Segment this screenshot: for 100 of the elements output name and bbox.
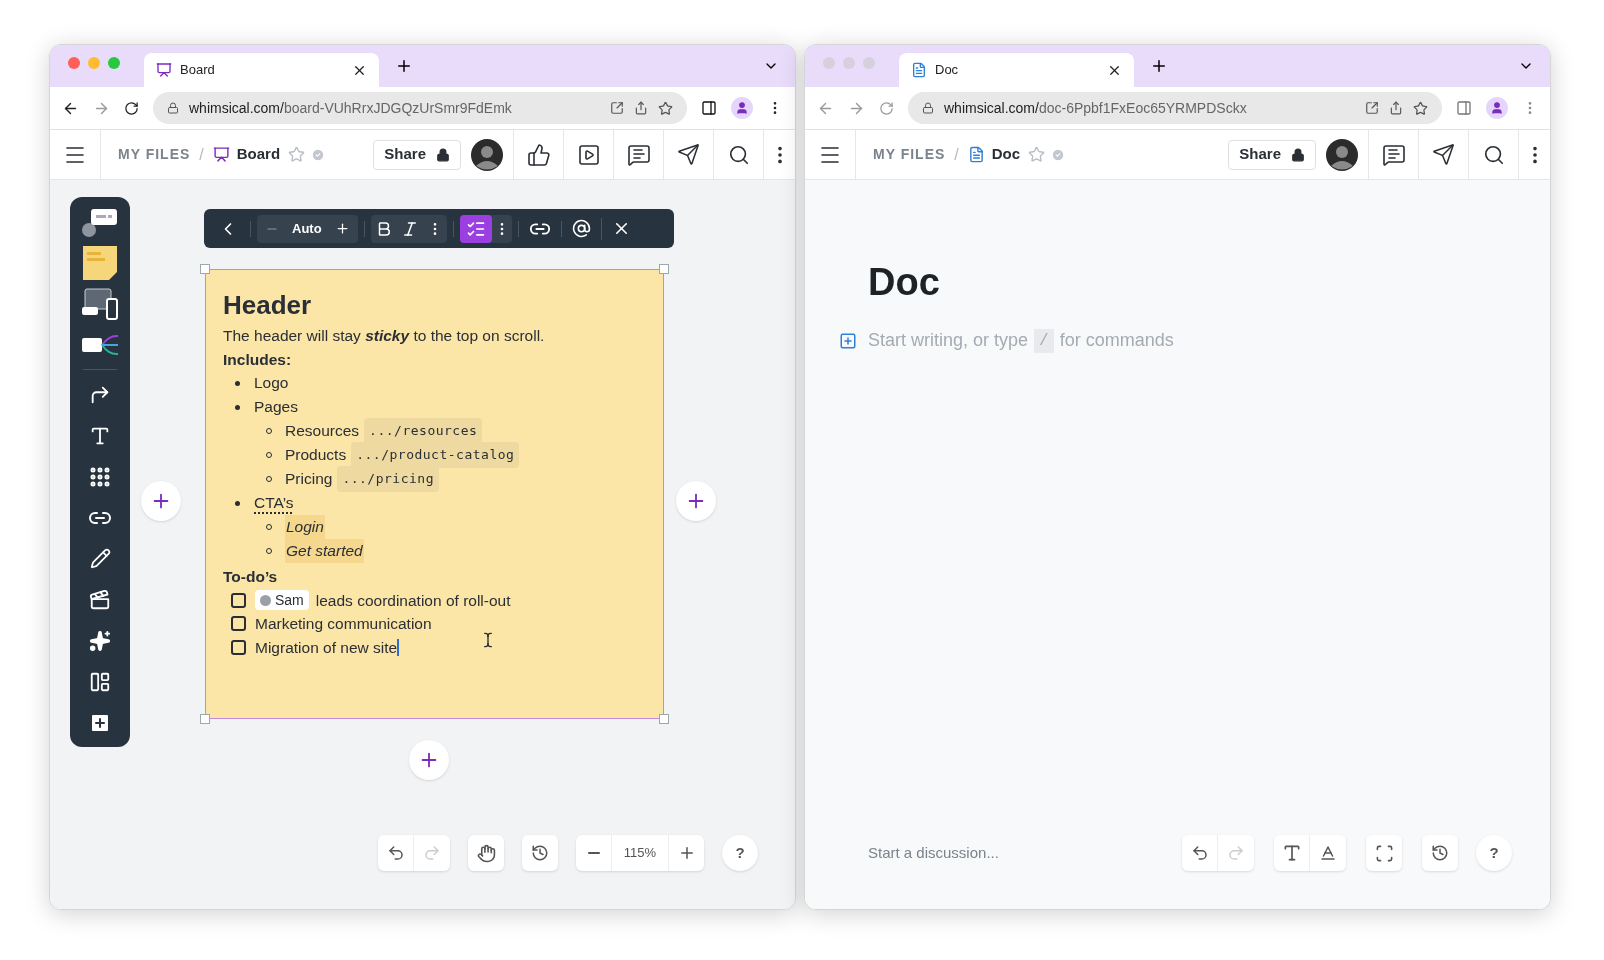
document-icon [967,146,985,163]
bookmark-icon[interactable] [1413,100,1428,116]
todo-text: leads coordination of roll-out [315,590,511,611]
pencil-icon[interactable] [89,548,111,569]
mention-icon[interactable] [571,219,591,238]
add-button[interactable] [409,740,449,780]
undo-icon [1190,844,1209,862]
breadcrumb-separator: / [199,144,204,165]
breadcrumb-link[interactable]: MY FILES [873,144,946,165]
list-item-text: Logo [254,373,289,394]
help-button[interactable]: ? [1476,835,1512,871]
code-snippet: .../pricing [337,466,439,492]
mind-map-icon[interactable] [81,332,119,357]
text-color-icon [1319,844,1337,862]
frame-icon[interactable] [89,588,111,611]
checkbox[interactable] [231,592,246,608]
layout-icon[interactable] [89,670,111,693]
sticky-note-card[interactable] [205,269,664,719]
list-item-text: Get started [285,539,364,563]
undo-icon [386,844,405,862]
checkbox[interactable] [231,639,246,655]
tab-title: Board [180,61,215,80]
lock-icon [1291,147,1305,162]
redo-icon [1227,844,1245,862]
thumbs-up-icon[interactable] [526,142,551,167]
verified-icon [311,147,326,162]
send-icon[interactable] [1432,143,1455,166]
search-icon[interactable] [727,143,750,166]
hand-tool-button[interactable] [468,835,504,871]
sticky-note-icon[interactable] [81,243,119,282]
list-item-text: Products [285,445,347,466]
bullet-icon [235,500,240,506]
profile-icon[interactable] [731,97,753,119]
comment-icon[interactable] [626,142,651,167]
list-item-text: Pages [254,397,298,418]
resize-handle[interactable] [659,714,669,724]
add-button[interactable] [676,481,716,521]
new-tab-icon[interactable] [395,57,413,75]
share-icon[interactable] [1389,101,1403,115]
verified-icon [1051,147,1066,162]
open-external-icon[interactable] [610,101,624,115]
card-title: Header [223,289,313,322]
checklist-button[interactable] [459,214,492,243]
bullet-icon [235,404,240,410]
url-field[interactable]: whimsical.com/board-VUhRrxJDGQzUrSmr9FdEmk [153,92,687,124]
bookmark-icon[interactable] [658,100,673,116]
redo-icon [423,844,441,862]
play-icon[interactable] [576,142,601,167]
history-button[interactable] [1422,835,1458,871]
code-snippet: .../product-catalog [351,442,520,468]
browser-tab[interactable]: Board [144,53,379,87]
reload-icon[interactable] [124,100,139,116]
side-panel-icon[interactable] [701,100,717,116]
search-icon[interactable] [1482,143,1505,166]
resize-handle[interactable] [200,714,210,724]
breadcrumb-link[interactable]: MY FILES [118,144,191,165]
section-label: To-do’s [223,567,279,587]
card-paragraph: The header will stay sticky to the top on scroll. [223,326,546,346]
code-snippet: .../resources [364,418,483,444]
open-external-icon[interactable] [1365,101,1379,115]
avatar [1326,138,1358,171]
focus-mode-button[interactable] [1366,835,1402,871]
wireframe-icon[interactable] [81,286,119,321]
todo-text: Migration of new site [255,637,398,658]
add-button[interactable] [141,481,181,521]
bullet-icon [235,380,240,386]
section-label: Includes: [223,349,293,370]
list-item-text: CTA’s [254,493,294,514]
resize-handle[interactable] [659,264,669,274]
url-field[interactable]: whimsical.com/doc-6Ppbf1FxEoc65YRMPDSckx [908,92,1442,124]
hand-icon [476,843,496,863]
help-button[interactable]: ? [722,835,758,871]
todo-text: Marketing communication [255,614,432,634]
discussion-field[interactable]: Start a discussion... [868,841,999,865]
new-tab-icon[interactable] [1150,57,1168,75]
checkbox[interactable] [231,616,246,632]
comment-icon[interactable] [1381,142,1406,167]
resize-handle[interactable] [200,264,210,274]
share-icon[interactable] [634,101,648,115]
sparkles-icon[interactable] [89,629,111,652]
share-button[interactable]: Share [1228,139,1316,170]
file-title: Doc [991,144,1021,165]
board-icon [212,146,230,163]
increase-icon[interactable] [334,221,350,236]
insert-block-icon[interactable] [839,331,857,350]
send-icon[interactable] [677,143,700,166]
minus-icon [587,852,600,854]
avatar [471,138,503,171]
lock-icon [922,102,934,114]
share-button[interactable]: Share [373,139,461,170]
browser-tab[interactable]: Doc [899,53,1134,87]
list-item-text: Resources [285,421,360,442]
profile-icon[interactable] [1486,97,1508,119]
history-icon [531,844,549,862]
breadcrumb-separator: / [954,144,959,165]
document-title: Doc [868,260,940,305]
lock-icon [436,147,450,162]
history-button[interactable] [522,835,558,871]
zoom-level: 115% [622,844,658,863]
mention-chip[interactable]: Sam [255,590,309,611]
